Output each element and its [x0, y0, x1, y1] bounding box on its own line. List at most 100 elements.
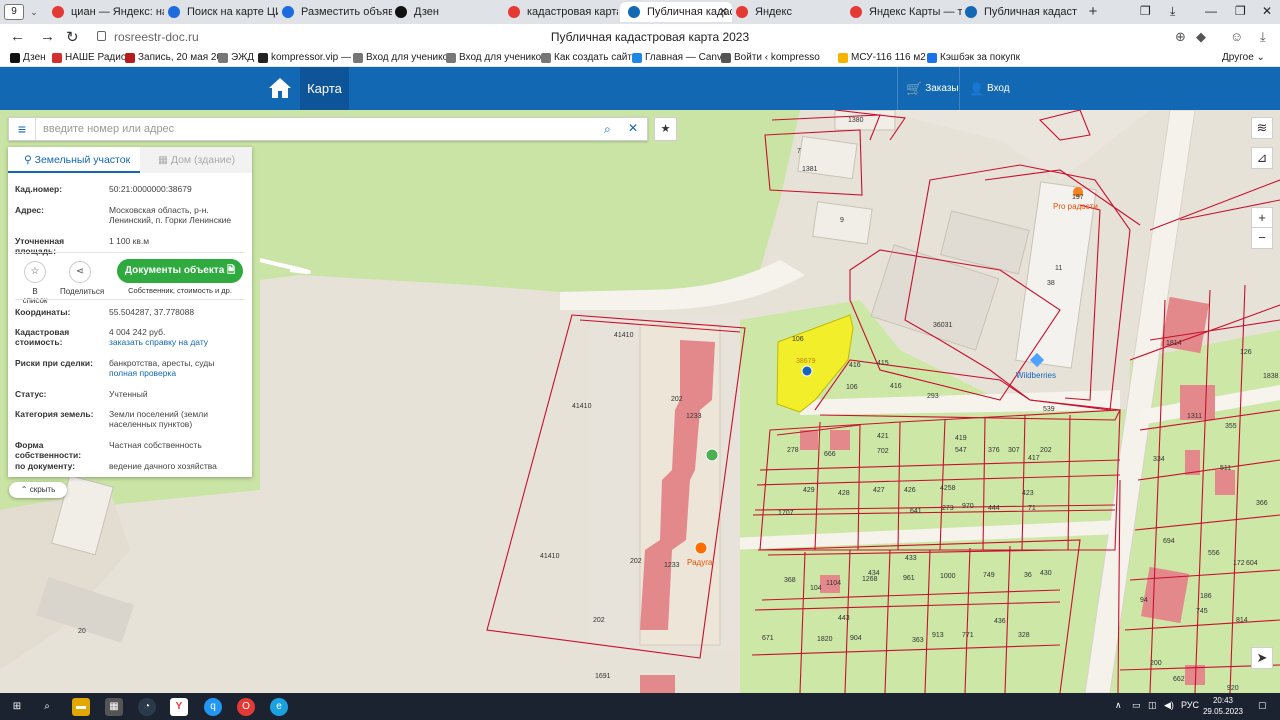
menu-icon[interactable]: ≡ [9, 118, 36, 140]
layers-icon[interactable]: ≋ [1251, 117, 1273, 139]
browser-tab-label: Яндекс [755, 6, 792, 18]
orders-button[interactable]: 🛒 Заказы [906, 67, 959, 110]
windows-start-icon[interactable]: ⊞ [8, 698, 26, 716]
browser-tab[interactable]: Публичная кадастро [965, 2, 1077, 22]
bookmark-favicon-icon [353, 52, 363, 63]
new-tab-button[interactable]: + [1085, 3, 1101, 20]
cad-number-link[interactable]: 50:21:0000000:38679 [109, 184, 247, 194]
poi-pro-radosti[interactable]: Pro радости [1053, 202, 1098, 211]
forward-arrow-icon[interactable]: → [40, 28, 55, 45]
bookmark-item[interactable]: Как создать сайт - [541, 52, 638, 63]
parcel-number-label: 511 [1220, 465, 1232, 472]
opera-icon[interactable]: O [237, 698, 255, 716]
tab-list-chevron-icon[interactable]: ⌄ [27, 4, 41, 20]
parcel-number-label: 904 [850, 635, 862, 642]
browser-tab[interactable]: Дзен [395, 2, 505, 22]
cadastral-map[interactable]: 38679 Pro радости Wildberries Радуга 138… [0, 110, 1280, 693]
network-icon[interactable]: ◫ [1148, 700, 1157, 711]
bookmark-item[interactable]: Кэшбэк за покупк [927, 52, 1020, 63]
browser-tab[interactable]: Яндекс [736, 2, 846, 22]
browser-tab-label: Поиск на карте ЦИА [187, 6, 278, 18]
bookmark-label: ЭЖД [231, 52, 255, 63]
tray-chevron-icon[interactable]: ∧ [1115, 700, 1122, 711]
field-value: 55.504287, 37.778088 [109, 307, 195, 317]
close-tab-icon[interactable]: ✕ [719, 5, 728, 18]
url-field[interactable]: rosreestr-doc.ru [114, 30, 199, 44]
order-certificate-link[interactable]: заказать справку на дату [109, 337, 208, 347]
map-nav-tab[interactable]: Карта [300, 67, 349, 110]
browser-tab[interactable]: кадастровая карта — [508, 2, 618, 22]
bookmark-icon[interactable]: ◆ [1196, 29, 1206, 45]
ruler-icon[interactable]: ⊿ [1251, 147, 1273, 169]
taskbar-clock[interactable]: 20:43 29.05.2023 [1200, 695, 1246, 717]
favorites-star-button[interactable]: ★ [654, 117, 677, 141]
parcel-number-label: 366 [1256, 500, 1268, 507]
bookmark-favicon-icon [52, 52, 62, 63]
bookmarks-other[interactable]: Другое ⌄ [1222, 52, 1265, 63]
hide-panel-button[interactable]: ⌃ скрыть [9, 482, 67, 498]
bookmark-item[interactable]: Запись, 20 мая 20 [125, 52, 222, 63]
yandex-browser-icon[interactable]: Y [170, 698, 188, 716]
bookmark-item[interactable]: Вход для ученико [446, 52, 541, 63]
minimize-icon[interactable]: — [1205, 4, 1217, 18]
back-arrow-icon[interactable]: ← [10, 28, 25, 45]
login-button[interactable]: 👤 Вход [969, 67, 1010, 110]
downloads-icon[interactable]: ⤓ [1170, 4, 1175, 19]
keyboard-icon[interactable]: ▭ [1132, 700, 1141, 711]
edge-icon[interactable]: e [270, 698, 288, 716]
bookmark-item[interactable]: Дзен [10, 52, 46, 63]
file-explorer-icon[interactable]: ▬ [72, 698, 90, 716]
reload-icon[interactable]: ↻ [66, 28, 79, 46]
tab-count-button[interactable]: 9 [4, 4, 24, 20]
language-indicator[interactable]: РУС [1181, 700, 1199, 710]
share-button[interactable]: ⋖ Поделиться [60, 261, 104, 296]
search-icon[interactable]: ⌕ [38, 698, 56, 716]
parcel-number-label: 36031 [933, 322, 953, 329]
tab-active[interactable]: Публичная кадаст ✕ [620, 2, 732, 22]
collections-icon[interactable]: ❐ [1140, 4, 1151, 18]
profile-icon[interactable]: ☺ [1230, 29, 1243, 44]
clear-icon[interactable]: ✕ [628, 121, 638, 135]
full-check-link[interactable]: полная проверка [109, 368, 176, 378]
parcel-number-label: 920 [1227, 685, 1239, 692]
cian-icon [168, 6, 180, 18]
search-icon[interactable]: ⌕ [604, 122, 611, 137]
bookmark-item[interactable]: МСУ-116 116 м2 [838, 52, 926, 63]
bookmark-item[interactable]: kompressor.vip — [258, 52, 351, 63]
browser-tab[interactable]: Яндекс Карты — тра [850, 2, 962, 22]
volume-icon[interactable]: ◀) [1164, 700, 1174, 711]
browser-tab[interactable]: Поиск на карте ЦИА [168, 2, 278, 22]
maximize-icon[interactable]: ❐ [1235, 4, 1246, 18]
object-documents-button[interactable]: Документы объекта 🗎 [117, 259, 243, 283]
zoom-in-button[interactable]: + [1251, 207, 1273, 229]
poi-raduga[interactable]: Радуга [687, 558, 712, 567]
bookmark-item[interactable]: Главная — Canva [632, 52, 728, 63]
bookmark-item[interactable]: ЭЖД [218, 52, 254, 63]
extension-icon[interactable]: ⊕ [1175, 29, 1186, 45]
notifications-icon[interactable]: ▢ [1258, 700, 1267, 711]
bookmark-item[interactable]: Вход для ученико [353, 52, 448, 63]
search-input[interactable] [43, 121, 593, 137]
tab-building[interactable]: ▦ Дом (здание) [140, 147, 252, 173]
zoom-out-button[interactable]: − [1251, 227, 1273, 249]
share-label: Поделиться [60, 287, 105, 296]
qbittorrent-icon[interactable]: q [204, 698, 222, 716]
browser-tab[interactable]: циан — Яндекс: наш [52, 2, 164, 22]
speedometer-icon[interactable]: ◔ [138, 698, 156, 716]
bookmark-item[interactable]: Войти ‹ kompresso [721, 52, 820, 63]
close-window-icon[interactable]: ✕ [1262, 4, 1272, 18]
bookmark-favicon-icon [125, 52, 135, 63]
locate-icon[interactable]: ➤ [1251, 647, 1273, 669]
calculator-icon[interactable]: ▦ [105, 698, 123, 716]
download-icon[interactable]: ⤓ [1260, 29, 1266, 45]
parcel-number-label: 423 [1022, 490, 1034, 497]
orders-label: Заказы [925, 83, 959, 94]
bookmark-label: kompressor.vip — [271, 52, 352, 63]
browser-tab[interactable]: Разместить объявле [282, 2, 392, 22]
parcel-number-label: 419 [955, 435, 967, 442]
home-icon[interactable] [268, 77, 292, 99]
bookmark-item[interactable]: НАШЕ Радио [52, 52, 126, 63]
poi-wildberries[interactable]: Wildberries [1016, 371, 1056, 380]
browser-tab-label: циан — Яндекс: наш [71, 6, 164, 18]
tab-land-parcel[interactable]: ⚲ Земельный участок [8, 147, 140, 173]
